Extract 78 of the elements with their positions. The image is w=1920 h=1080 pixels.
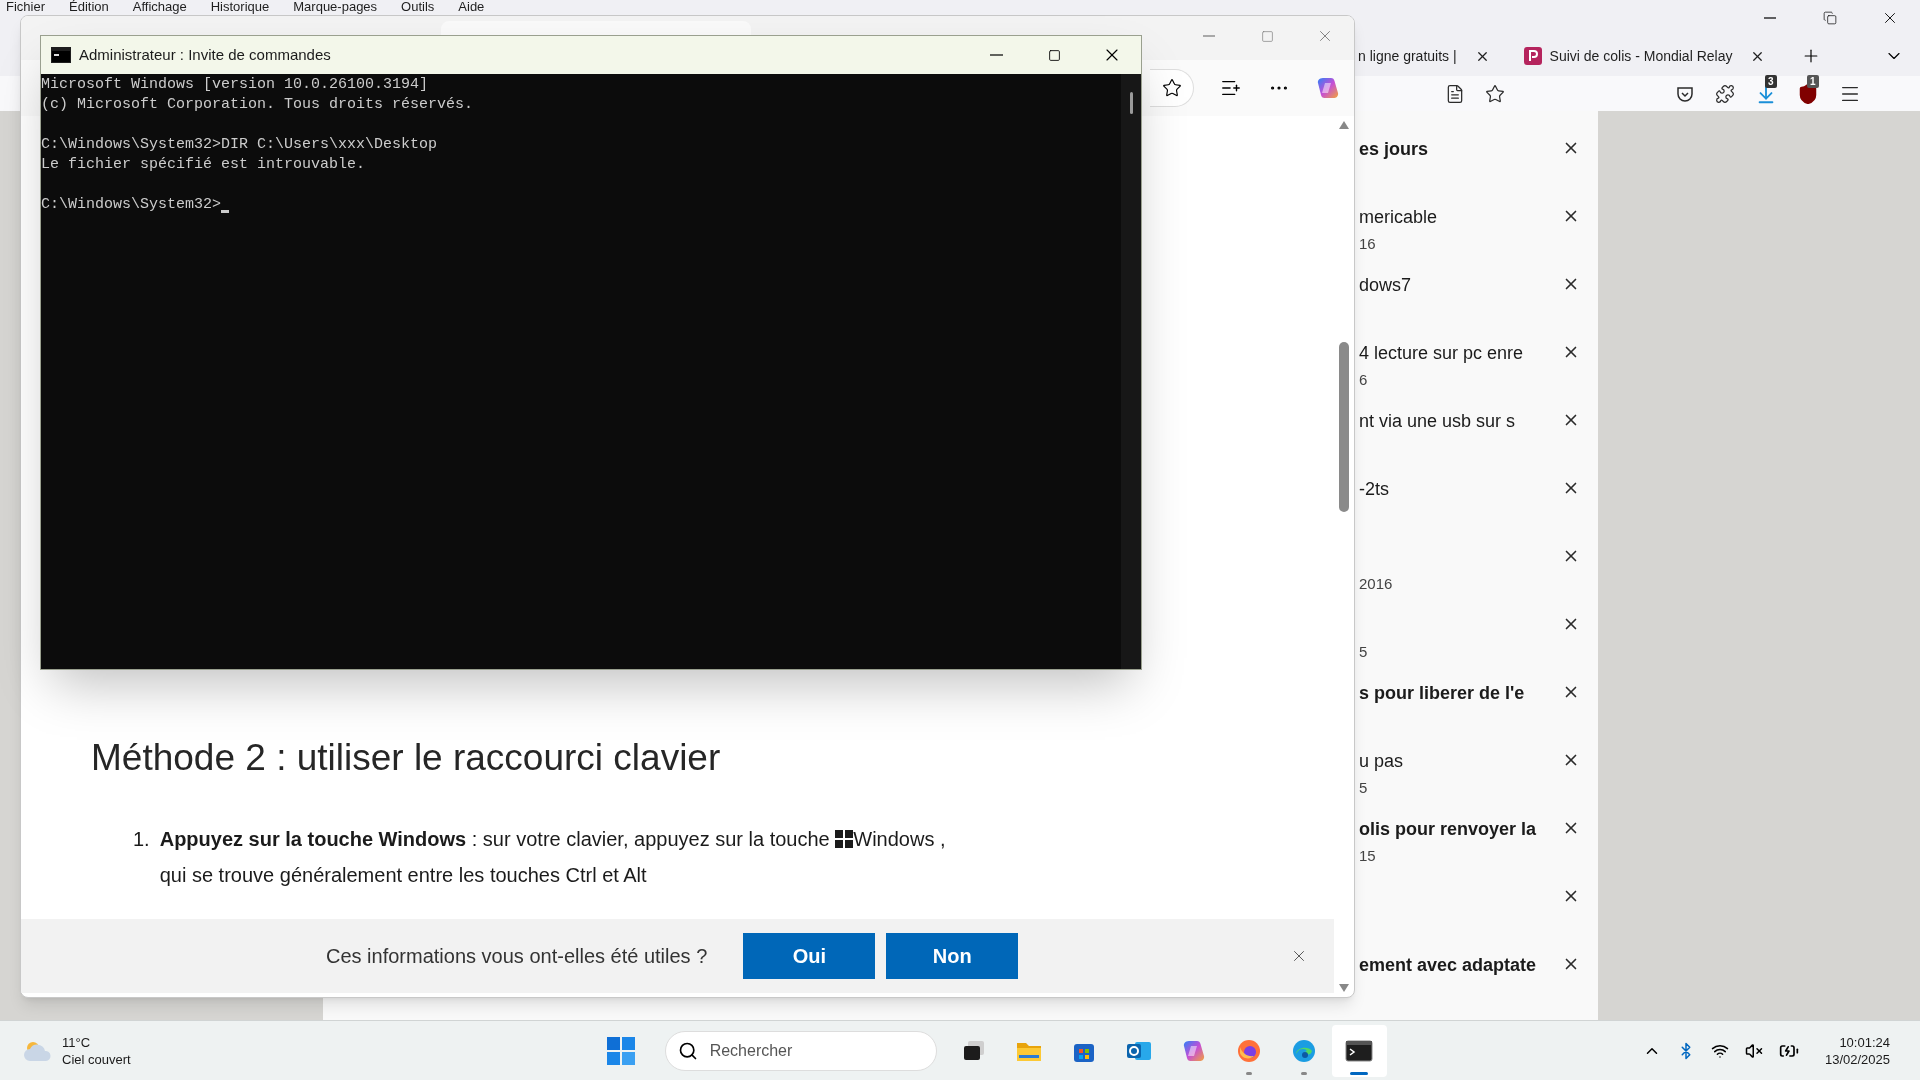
- wave-globe-icon[interactable]: [1291, 1037, 1318, 1064]
- step-text: Windows ,: [853, 826, 946, 852]
- feedback-button[interactable]: Non: [886, 933, 1019, 979]
- list-item-title[interactable]: nt via une usb sur s: [1359, 411, 1516, 431]
- favorite-star-icon[interactable]: [1161, 78, 1182, 98]
- list-item-title[interactable]: u pas: [1359, 751, 1404, 771]
- running-indicator: [1246, 1071, 1253, 1075]
- menu-item[interactable]: Édition: [69, 0, 109, 14]
- list-item-date: 5: [1359, 779, 1368, 796]
- step-text: Appuyez sur la touche Windows : sur votre clavier, appuyez sur la touche: [159, 826, 831, 852]
- copilot-icon[interactable]: [1316, 76, 1340, 100]
- badge-count: 3: [1765, 74, 1777, 88]
- console-icon: [51, 47, 71, 63]
- tab-title: n ligne gratuits |: [1358, 46, 1457, 66]
- parcel-favicon-icon: [1523, 47, 1542, 65]
- menu-item[interactable]: Aide: [458, 0, 485, 14]
- menu-item[interactable]: Affichage: [132, 0, 187, 14]
- browser-tab[interactable]: n ligne gratuits |: [1358, 36, 1496, 76]
- clock-time[interactable]: 10:01:24: [1839, 1033, 1890, 1051]
- terminal-icon[interactable]: [1345, 1038, 1374, 1063]
- scroll-thumb[interactable]: [1129, 92, 1133, 114]
- step-text: qui se trouve généralement entre les touches Ctrl et Alt: [159, 862, 648, 888]
- maximize-icon: [1260, 29, 1274, 43]
- windows-logo-icon: [835, 829, 854, 848]
- list-item-title[interactable]: 4 lecture sur pc enre: [1359, 343, 1524, 363]
- clock-date[interactable]: 13/02/2025: [1824, 1050, 1890, 1068]
- list-item-title[interactable]: -2ts: [1359, 479, 1389, 499]
- running-indicator: [1350, 1071, 1369, 1075]
- list-item-title[interactable]: es jours: [1359, 139, 1429, 159]
- window-title: Administrateur : Invite de commandes: [79, 44, 331, 65]
- search-icon: [677, 1040, 698, 1061]
- menu-item[interactable]: Marque-pages: [293, 0, 378, 14]
- extensions-icon[interactable]: [1715, 83, 1735, 104]
- list-item-title[interactable]: ement avec adaptate: [1359, 955, 1537, 975]
- search-field[interactable]: Rechercher: [664, 1030, 937, 1071]
- copilot-icon[interactable]: [1182, 1038, 1207, 1063]
- feedback-button[interactable]: Oui: [743, 933, 876, 979]
- badge-count: 1: [1807, 74, 1819, 88]
- restore-icon: [1823, 11, 1837, 25]
- menu-item[interactable]: Fichier: [6, 0, 45, 14]
- step-number: 1.: [133, 826, 150, 852]
- menu-item[interactable]: Outils: [401, 0, 435, 14]
- list-item-title[interactable]: mericable: [1359, 207, 1438, 227]
- minimize-icon: [1203, 35, 1215, 37]
- list-item-title[interactable]: s pour liberer de l'e: [1359, 683, 1525, 703]
- bookmark-star-icon[interactable]: [1485, 83, 1505, 104]
- console-line: (c) Microsoft Corporation. Tous droits réservés.: [41, 95, 474, 115]
- list-item-date: 6: [1359, 371, 1368, 388]
- console-line: C:\Windows\System32>DIR C:\Users\xxx\Desktop: [41, 135, 438, 155]
- scroll-thumb[interactable]: [1339, 341, 1349, 512]
- list-item-title[interactable]: dows7: [1359, 275, 1412, 295]
- console-line: C:\Windows\System32>: [41, 195, 222, 215]
- list-item-date: 5: [1359, 643, 1368, 660]
- scroll-down-icon[interactable]: [1338, 983, 1350, 993]
- address-bar[interactable]: [1150, 69, 1194, 107]
- scroll-up-icon[interactable]: [1338, 120, 1350, 130]
- start-icon[interactable]: [606, 1036, 635, 1065]
- list-item-date: 15: [1359, 847, 1376, 864]
- minimize-icon: [989, 54, 1003, 56]
- console-line: Le fichier spécifié est introuvable.: [41, 155, 366, 175]
- reader-view-icon[interactable]: [1445, 83, 1465, 104]
- feedback-question: Ces informations vous ont-elles été utiles ?: [326, 944, 708, 969]
- list-item-title[interactable]: olis pour renvoyer la: [1359, 819, 1537, 839]
- list-item-date: 2016: [1359, 575, 1393, 592]
- section-heading: Méthode 2 : utiliser le raccourci clavier: [91, 736, 722, 780]
- tab-title: Suivi de colis - Mondial Relay: [1549, 46, 1733, 66]
- fox-globe-icon[interactable]: [1236, 1037, 1263, 1064]
- weather-condition: Ciel couvert: [62, 1050, 131, 1068]
- maximize-icon: [1047, 48, 1061, 62]
- text-cursor: [221, 210, 230, 213]
- volume-muted-icon[interactable]: [1744, 1041, 1763, 1060]
- console-line: Microsoft Windows [version 10.0.26100.3194]: [41, 75, 429, 95]
- list-item-date: 16: [1359, 235, 1376, 252]
- weather-temperature: 11°C: [62, 1033, 92, 1051]
- running-indicator: [1301, 1071, 1308, 1075]
- minimize-icon: [1764, 17, 1776, 19]
- browser-tab[interactable]: Suivi de colis - Mondial Relay: [1523, 36, 1772, 76]
- menu-item[interactable]: Historique: [210, 0, 270, 14]
